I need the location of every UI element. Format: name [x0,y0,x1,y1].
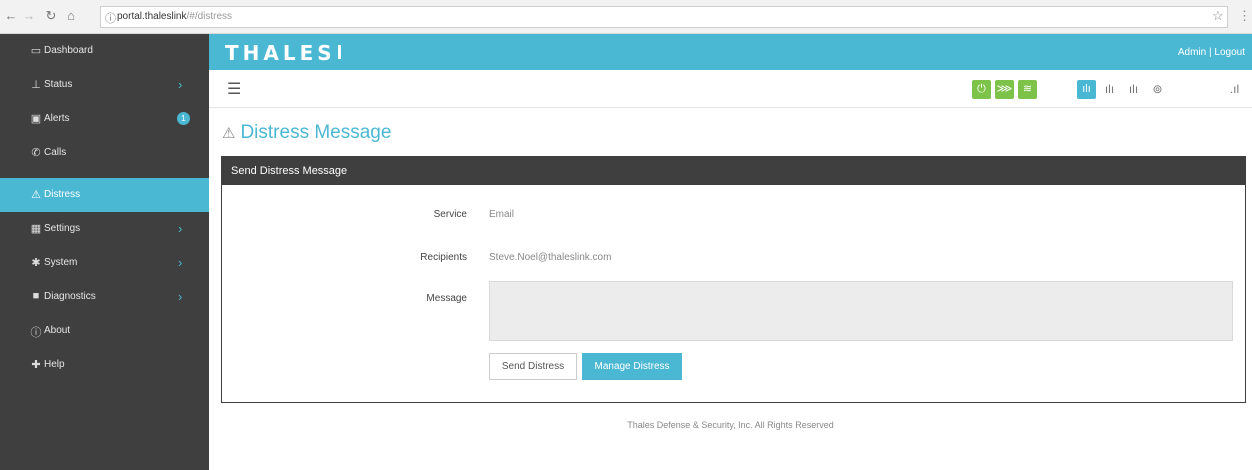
warning-icon: ⚠ [31,189,41,201]
sidebar-item-calls[interactable]: ✆ Calls [0,136,209,170]
lifebuoy-icon: ✚ [31,359,41,371]
monitor-icon: ▭ [30,45,42,57]
manage-distress-button[interactable]: Manage Distress [582,353,682,380]
service-label: Service [433,209,467,220]
signal-strength-icon[interactable]: .ıl [1225,80,1244,99]
satellite-icon[interactable]: ⋙ [995,80,1014,99]
gear-icon: ✱ [31,257,41,269]
admin-link[interactable]: Admin [1178,47,1206,58]
sidebar-item-label: Dashboard [44,45,93,56]
globe-icon[interactable]: ⊚ [1148,80,1167,99]
page-title-text: Distress Message [240,122,392,143]
info-icon: ⓘ [30,327,42,339]
antenna-icon-1[interactable]: ılı [1077,80,1096,99]
antenna-icon-3[interactable]: ılı [1124,80,1143,99]
send-distress-button[interactable]: Send Distress [489,353,577,380]
page-title: ⚠ Distress Message [222,122,391,144]
logo-text: THALES [225,41,336,65]
logo-bar [337,45,341,59]
alerts-count-badge: 1 [177,112,190,125]
sidebar-item-about[interactable]: ⓘ About [0,314,209,348]
sidebar-item-dashboard[interactable]: ▭ Dashboard [0,34,209,68]
panel-heading: Send Distress Message [222,157,1245,185]
sidebar-item-settings[interactable]: ▦ Settings › [0,212,209,246]
bookmark-star-icon[interactable]: ☆ [1212,8,1224,24]
distress-panel: Send Distress Message Service Email Reci… [221,156,1246,403]
sidebar-item-label: Status [44,79,73,90]
chevron-right-icon: › [178,289,183,304]
sidebar-item-label: Calls [44,147,67,158]
sidebar-item-label: System [44,257,78,268]
menu-toggle-icon[interactable]: ☰ [227,79,241,99]
sidebar-item-distress[interactable]: ⚠ Distress [0,178,209,212]
service-value: Email [489,209,515,220]
user-links: Admin | Logout [1178,47,1245,58]
alert-box-icon: ▣ [30,113,42,125]
sidebar-item-label: Diagnostics [44,291,96,302]
sidebar-item-label: Help [44,359,65,370]
sidebar-item-label: Settings [44,223,81,234]
chevron-right-icon: › [178,221,183,236]
sidebar: ▭ Dashboard ⊥ Status › ▣ Alerts 1 ✆ Call… [0,34,209,470]
back-icon[interactable]: ← [4,9,18,23]
sidebar-item-diagnostics[interactable]: ■ Diagnostics › [0,280,209,314]
recipients-value: Steve.Noel@thaleslink.com [489,252,612,263]
phone-icon: ✆ [31,147,41,159]
sidebar-item-label: About [44,325,71,336]
camera-icon: ■ [32,290,40,302]
sidebar-item-help[interactable]: ✚ Help [0,348,209,382]
info-icon[interactable]: ⓘ [105,10,116,26]
separator: | [1209,47,1212,58]
antenna-icon-2[interactable]: ılı [1100,80,1119,99]
sidebar-item-system[interactable]: ✱ System › [0,246,209,280]
chevron-right-icon: › [178,77,183,92]
thales-logo: THALES [225,41,341,65]
message-label: Message [426,293,467,304]
top-header: THALES Admin | Logout [209,34,1252,70]
browser-menu-icon[interactable]: ⋮ [1238,8,1251,24]
chart-icon: ⊥ [31,79,41,91]
status-toolbar: ☰ ⏻ ⋙ ≋ ılı ılı ılı ⊚ .ıl [209,70,1252,108]
grid-icon: ▦ [30,223,42,235]
sidebar-item-status[interactable]: ⊥ Status › [0,68,209,102]
sidebar-item-label: Alerts [44,113,70,124]
warning-icon: ⚠ [222,125,236,142]
url-host: portal.thaleslink [117,11,187,22]
footer-copyright: Thales Defense & Security, Inc. All Righ… [627,420,834,430]
address-bar[interactable]: ⓘ portal.thaleslink/#/distress [100,6,1228,28]
logout-link[interactable]: Logout [1214,47,1245,58]
url-path: /#/distress [186,11,233,22]
browser-toolbar: ← → ↻ ⌂ ⓘ portal.thaleslink/#/distress ☆… [0,0,1252,34]
sidebar-item-alerts[interactable]: ▣ Alerts 1 [0,102,209,136]
forward-icon[interactable]: → [22,9,36,23]
power-icon[interactable]: ⏻ [972,80,991,99]
home-icon[interactable]: ⌂ [64,9,78,23]
url-text: portal.thaleslink/#/distress [117,11,232,22]
chevron-right-icon: › [178,255,183,270]
message-textarea[interactable] [489,281,1233,341]
reload-icon[interactable]: ↻ [44,9,58,23]
sidebar-item-label: Distress [44,189,81,200]
recipients-label: Recipients [420,252,467,263]
wifi-icon[interactable]: ≋ [1018,80,1037,99]
